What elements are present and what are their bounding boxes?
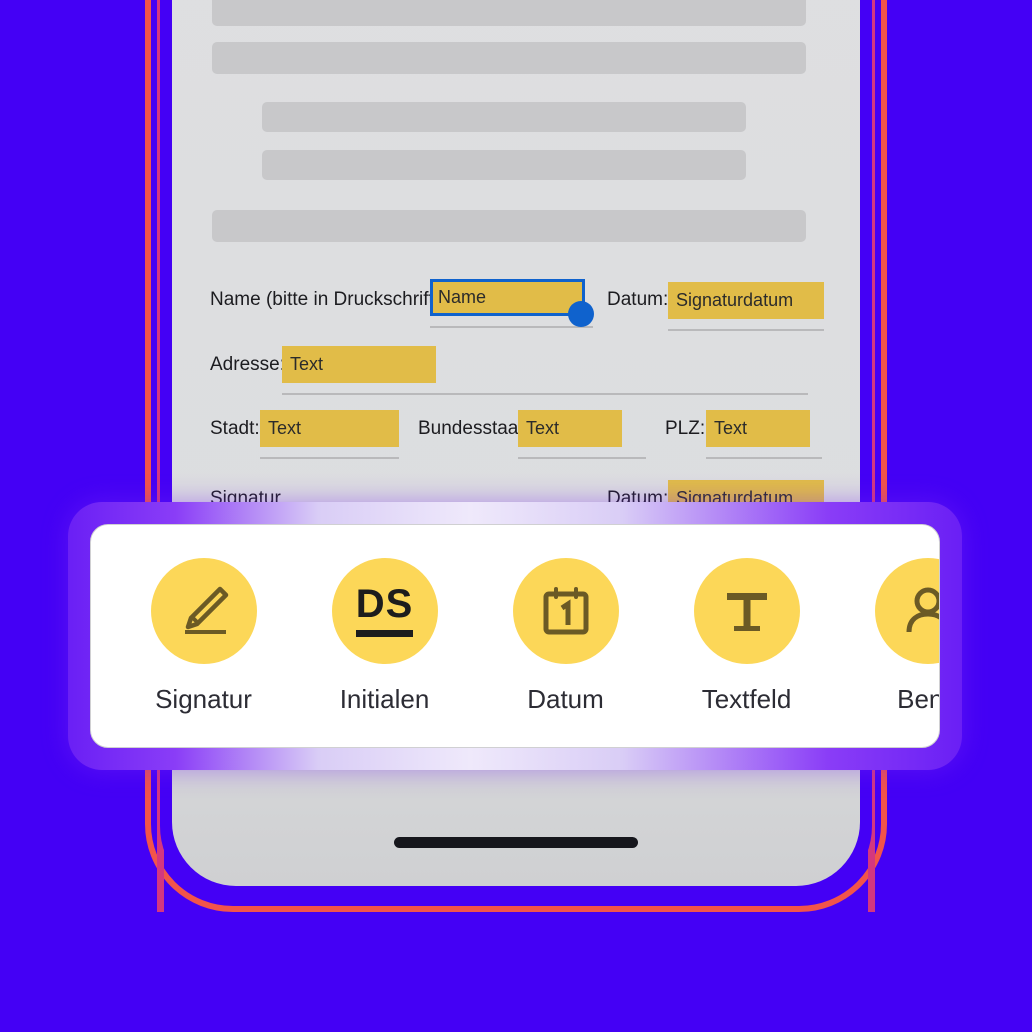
field-label-adresse: Adresse: [210,354,285,375]
home-indicator [394,837,638,848]
field-label-datum-1: Datum: [607,289,669,310]
toolbar-item-bena[interactable]: Bena [837,557,939,715]
toolbar-item-label: Textfeld [701,683,792,714]
person-icon [899,582,939,640]
field-toolbar-panel[interactable]: Signatur DS Initialen Datum Textfeld Bena [90,524,940,748]
field-underline-datum-1 [668,329,824,331]
field-label-bundesstaat: Bundesstaat [418,418,524,439]
field-label-plz: PLZ: [665,418,706,439]
document-placeholder-bar [212,42,806,74]
form-field-datum-1[interactable]: Signaturdatum [668,282,824,331]
text-t-icon [719,583,775,639]
field-value-bundesstaat[interactable]: Text [518,410,622,447]
initials-ds-icon: DS [355,584,414,637]
toolbar-item-label: Initialen [339,683,430,714]
field-underline-adresse [282,393,808,395]
document-placeholder-bar [212,0,806,26]
field-underline-name [430,326,593,328]
toolbar-item-label: Datum [527,683,604,714]
form-field-plz[interactable]: Text [706,410,822,459]
field-value-stadt[interactable]: Text [260,410,399,447]
calendar-one-icon [537,582,595,640]
field-label-stadt: Stadt: [210,418,260,439]
toolbar-icon-circle[interactable] [693,557,800,664]
field-value-datum-1[interactable]: Signaturdatum [668,282,824,319]
form-field-adresse[interactable]: Text [282,346,808,395]
field-value-adresse[interactable]: Text [282,346,436,383]
field-value-name[interactable]: Name [430,279,585,316]
field-label-name: Name (bitte in Druckschrift): [210,289,446,310]
toolbar-item-label: Bena [897,683,939,714]
field-underline-plz [706,457,822,459]
field-underline-bundesstaat [518,457,646,459]
toolbar-item-label: Signatur [155,683,252,714]
form-field-name[interactable]: Name [430,279,594,328]
initials-glyph: DS [355,584,414,637]
form-field-bundesstaat[interactable]: Text [518,410,646,459]
toolbar-item-textfeld[interactable]: Textfeld [656,557,837,715]
toolbar-item-initialen[interactable]: DS Initialen [294,557,475,715]
pen-signature-icon [174,581,234,641]
toolbar-icon-circle[interactable]: DS [331,557,438,664]
field-toolbar-glow: Signatur DS Initialen Datum Textfeld Bena [68,502,962,770]
form-field-stadt[interactable]: Text [260,410,399,459]
field-resize-handle[interactable] [568,301,594,327]
screenshot-stage: Name (bitte in Druckschrift): Name Datum: S… [0,0,1032,1032]
document-placeholder-bar [212,210,806,242]
document-placeholder-bar [262,102,746,132]
toolbar-icon-circle[interactable] [874,557,939,664]
field-value-plz[interactable]: Text [706,410,810,447]
document-placeholder-bar [262,150,746,180]
toolbar-item-datum[interactable]: Datum [475,557,656,715]
toolbar-icon-circle[interactable] [150,557,257,664]
field-underline-stadt [260,457,399,459]
toolbar-icon-circle[interactable] [512,557,619,664]
toolbar-item-signatur[interactable]: Signatur [113,557,294,715]
